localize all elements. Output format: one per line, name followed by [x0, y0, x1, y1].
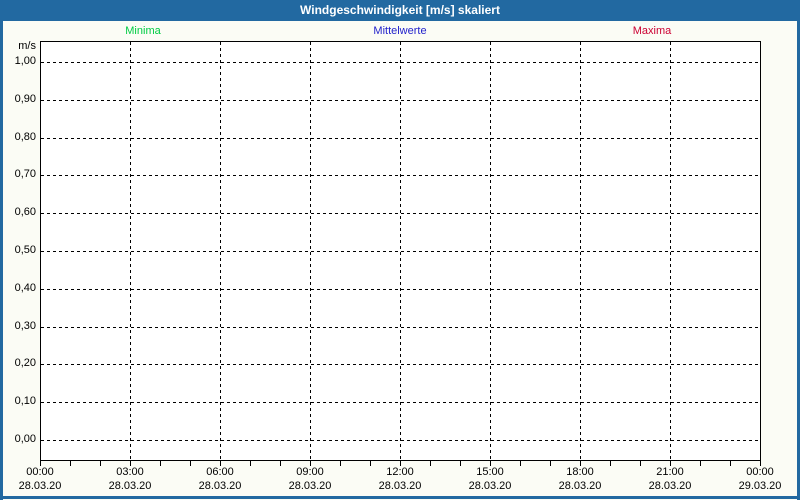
window-titlebar: Windgeschwindigkeit [m/s] skaliert [0, 0, 800, 21]
plot-area [40, 41, 761, 466]
y-tick-label: 0,10 [14, 395, 36, 408]
x-tick-time-label: 03:00 [116, 466, 144, 478]
v-gridline [400, 42, 401, 460]
window-title: Windgeschwindigkeit [m/s] skaliert [300, 3, 500, 17]
y-axis-unit-label: m/s [18, 40, 36, 52]
x-tick-time-label: 21:00 [656, 466, 684, 478]
y-tick-label: 0,90 [14, 92, 36, 105]
y-tick-label: 0,40 [14, 281, 36, 294]
x-tick-date-label: 28.03.20 [468, 480, 512, 492]
x-tick-time-label: 15:00 [476, 466, 504, 478]
v-gridline [490, 42, 491, 460]
x-tick-time-label: 06:00 [206, 466, 234, 478]
y-tick-label: 0,20 [14, 357, 36, 370]
y-tick-label: 1,00 [14, 55, 36, 67]
x-tick-date-label: 28.03.20 [378, 480, 422, 492]
legend-item-minima: Minima [125, 25, 161, 37]
legend-item-maxima: Maxima [632, 25, 672, 37]
x-tick-date-label: 28.03.20 [18, 480, 62, 492]
y-tick-label: 0,80 [14, 130, 36, 143]
v-gridline [130, 42, 131, 460]
v-gridline [310, 42, 311, 460]
legend-item-mittelwerte: Mittelwerte [373, 25, 427, 37]
y-tick-label: 0,70 [14, 168, 36, 181]
x-tick-time-label: 12:00 [386, 466, 414, 478]
v-gridline [220, 42, 221, 460]
v-gridline [580, 42, 581, 460]
x-tick-date-label: 28.03.20 [198, 480, 242, 492]
x-tick-date-label: 29.03.20 [738, 480, 782, 492]
chart-window: Windgeschwindigkeit [m/s] skaliert Minim… [0, 0, 800, 500]
y-tick-label: 0,00 [14, 433, 36, 445]
x-tick-date-label: 28.03.20 [648, 480, 692, 492]
y-tick-label: 0,50 [14, 244, 36, 256]
v-gridline [670, 42, 671, 460]
x-tick-time-label: 00:00 [26, 466, 54, 478]
x-tick-time-label: 18:00 [566, 466, 594, 478]
x-tick-date-label: 28.03.20 [558, 480, 602, 492]
x-tick-date-label: 28.03.20 [108, 480, 152, 492]
x-tick-time-label: 00:00 [746, 466, 774, 478]
y-tick-label: 0,30 [14, 319, 36, 332]
frame-bottom [0, 496, 800, 499]
y-tick-label: 0,60 [14, 206, 36, 219]
x-tick-date-label: 28.03.20 [288, 480, 332, 492]
x-tick-time-label: 09:00 [296, 466, 324, 478]
